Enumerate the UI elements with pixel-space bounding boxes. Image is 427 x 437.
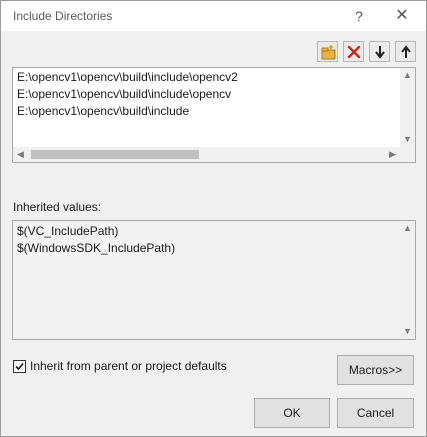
- include-directories-dialog: Include Directories ? ✕ E:\opencv1\openc…: [0, 0, 427, 437]
- inherit-checkbox[interactable]: [13, 360, 26, 373]
- arrow-up-icon: [401, 45, 411, 58]
- inherit-checkbox-label[interactable]: Inherit from parent or project defaults: [30, 359, 227, 373]
- directories-list[interactable]: E:\opencv1\opencv\build\include\opencv2 …: [12, 67, 416, 163]
- help-button[interactable]: ?: [350, 5, 368, 27]
- horizontal-scroll-thumb[interactable]: [31, 150, 199, 159]
- list-item: $(WindowsSDK_IncludePath): [17, 241, 176, 255]
- scroll-down-arrow-icon[interactable]: ▼: [400, 132, 415, 147]
- vertical-scrollbar[interactable]: ▲ ▼: [400, 68, 415, 147]
- list-item[interactable]: E:\opencv1\opencv\build\include\opencv: [17, 87, 231, 102]
- scroll-up-arrow-icon[interactable]: ▲: [400, 221, 415, 236]
- new-line-button[interactable]: [317, 41, 338, 62]
- scroll-down-arrow-icon[interactable]: ▼: [400, 324, 415, 339]
- cancel-button[interactable]: Cancel: [337, 398, 414, 428]
- inherited-values-label: Inherited values:: [13, 200, 102, 214]
- macros-button[interactable]: Macros>>: [337, 355, 414, 385]
- new-folder-icon: [321, 45, 336, 60]
- list-toolbar: [317, 41, 417, 62]
- scroll-left-arrow-icon[interactable]: ◀: [13, 147, 28, 162]
- move-down-button[interactable]: [369, 41, 390, 62]
- close-button[interactable]: ✕: [391, 5, 413, 27]
- title-bar: Include Directories ? ✕: [1, 1, 426, 31]
- scroll-right-arrow-icon[interactable]: ▶: [385, 147, 400, 162]
- list-item: $(VC_IncludePath): [17, 224, 119, 238]
- scroll-up-arrow-icon[interactable]: ▲: [400, 68, 415, 83]
- checkmark-icon: [15, 362, 24, 371]
- delete-x-icon: [347, 45, 361, 59]
- inherited-vertical-scrollbar[interactable]: ▲ ▼: [400, 221, 415, 339]
- horizontal-scrollbar[interactable]: ◀ ▶: [13, 147, 415, 162]
- list-item[interactable]: E:\opencv1\opencv\build\include: [17, 104, 189, 119]
- inherited-values-list: $(VC_IncludePath) $(WindowsSDK_IncludePa…: [12, 220, 416, 340]
- ok-button[interactable]: OK: [254, 398, 330, 428]
- delete-button[interactable]: [343, 41, 364, 62]
- list-item[interactable]: E:\opencv1\opencv\build\include\opencv2: [17, 70, 238, 85]
- window-title: Include Directories: [13, 9, 113, 23]
- arrow-down-icon: [375, 46, 385, 59]
- move-up-button[interactable]: [395, 41, 416, 62]
